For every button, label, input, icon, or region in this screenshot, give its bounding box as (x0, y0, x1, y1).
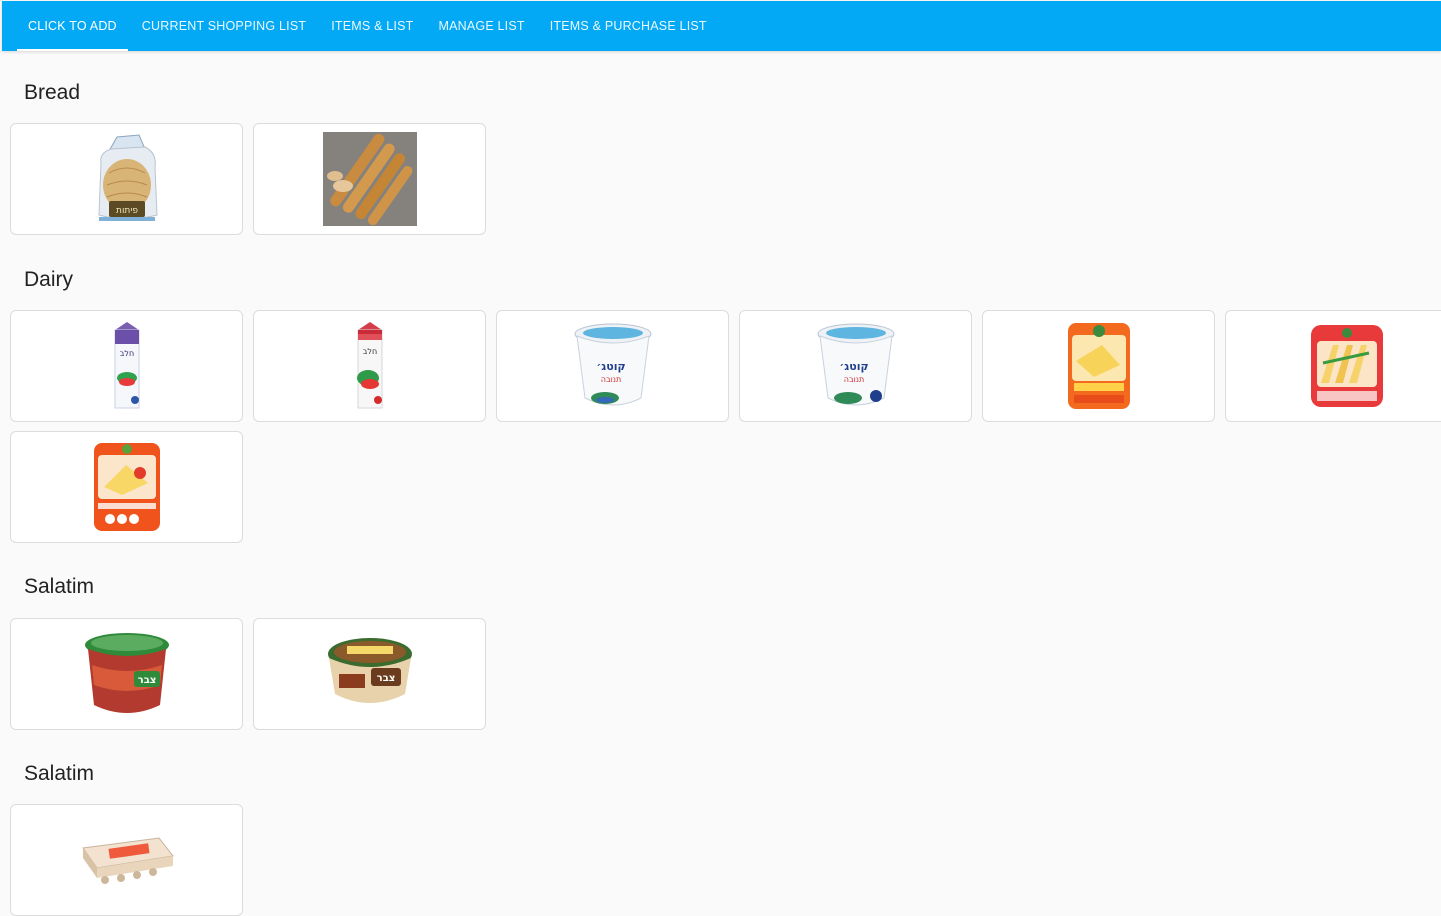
pita-label: פיתות (116, 206, 138, 216)
product-card-cheese-pack[interactable] (10, 431, 243, 543)
product-card-eggs[interactable] (10, 804, 243, 916)
tomato-salad-image: צבר (84, 633, 169, 713)
product-card-pita[interactable]: פיתות (10, 123, 243, 235)
nav-tabs: CLICK TO ADD CURRENT SHOPPING LIST ITEMS… (17, 1, 721, 51)
cottage-cheese-5-image: קוטג׳ תנובה (817, 323, 894, 406)
section-title-bread: Bread (24, 81, 81, 104)
cottage-5-label: קוטג׳ (839, 360, 868, 373)
tnuva-label: תנובה (600, 375, 621, 384)
product-card-sliced-cheese[interactable] (1225, 310, 1441, 422)
tab-current-shopping-list[interactable]: CURRENT SHOPPING LIST (131, 1, 317, 51)
cottage-label: קוטג׳ (596, 360, 625, 373)
sliced-cheese-image (1311, 325, 1383, 407)
pita-bag-image: פיתות (97, 134, 158, 221)
tab-items-and-list[interactable]: ITEMS & LIST (320, 1, 424, 51)
product-card-cottage[interactable]: קוטג׳ תנובה (496, 310, 729, 422)
product-card-hummus[interactable]: צבר (253, 618, 486, 730)
tab-manage-list[interactable]: MANAGE LIST (427, 1, 535, 51)
cheese-pack-image (93, 443, 160, 531)
product-card-milk-red[interactable]: חלב (253, 310, 486, 422)
milk-label-blue: חלב (119, 349, 133, 358)
product-card-cottage-5[interactable]: קוטג׳ תנובה (739, 310, 972, 422)
baguettes-image (322, 132, 417, 226)
product-card-milk-blue[interactable]: חלב (10, 310, 243, 422)
tnuva-5-label: תנובה (843, 375, 864, 384)
product-card-baguettes[interactable] (253, 123, 486, 235)
section-title-salatim: Salatim (24, 575, 95, 598)
hummus-image: צבר (327, 638, 412, 703)
product-card-yellow-cheese[interactable] (982, 310, 1215, 422)
tab-items-and-purchase-list[interactable]: ITEMS & PURCHASE LIST (539, 1, 718, 51)
yellow-cheese-image (1067, 323, 1130, 409)
product-card-tomato-salad[interactable]: צבר (10, 618, 243, 730)
section-title-dairy: Dairy (24, 268, 74, 291)
tzabar-label-tomato: צבר (137, 675, 156, 686)
milk-carton-red-image: חלב (356, 322, 382, 409)
tab-click-to-add[interactable]: CLICK TO ADD (17, 1, 128, 51)
milk-label-red: חלב (362, 347, 376, 356)
section-title-salatim-2: Salatim (24, 762, 95, 785)
app-bar: CLICK TO ADD CURRENT SHOPPING LIST ITEMS… (2, 1, 1441, 51)
cottage-cheese-image: קוטג׳ תנובה (574, 323, 651, 406)
eggs-carton-image (81, 837, 174, 884)
tzabar-label-hummus: צבר (376, 673, 395, 684)
milk-carton-blue-image: חלב (114, 322, 139, 409)
